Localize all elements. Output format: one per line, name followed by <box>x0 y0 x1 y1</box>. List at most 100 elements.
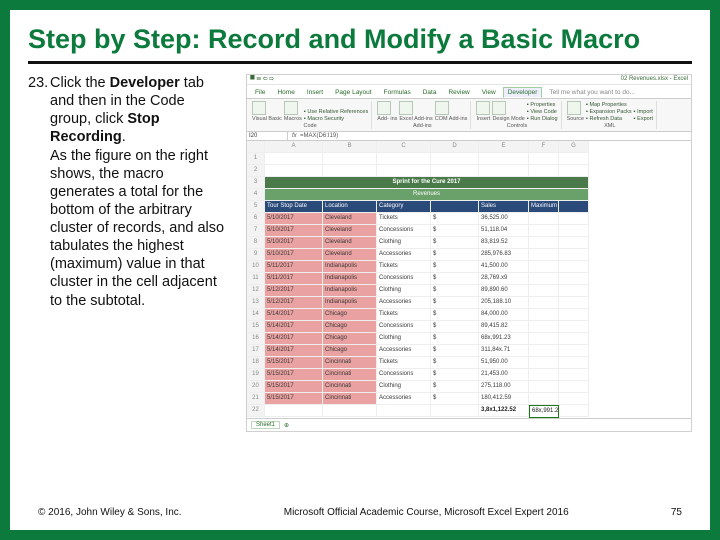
cell[interactable] <box>431 153 479 165</box>
cell[interactable] <box>559 285 589 297</box>
ribbon-tab-insert[interactable]: Insert <box>302 87 328 98</box>
loc-cell[interactable]: Cincinnati <box>323 357 377 369</box>
cat-cell[interactable]: Tickets <box>377 213 431 225</box>
cell[interactable] <box>323 165 377 177</box>
subtotal-cell[interactable]: 3,8x1,122.52 <box>479 405 529 417</box>
table-header[interactable] <box>559 201 589 213</box>
val-cell[interactable]: 89,415.82 <box>479 321 529 333</box>
row-head[interactable]: 16 <box>247 333 265 345</box>
date-cell[interactable]: 5/10/2017 <box>265 249 323 261</box>
cur-cell[interactable]: $ <box>431 249 479 261</box>
loc-cell[interactable]: Indianapolis <box>323 297 377 309</box>
excel-add-ins-icon[interactable] <box>399 101 413 115</box>
cell[interactable] <box>529 333 559 345</box>
sheet-grid[interactable]: ABCDEFG123Sprint for the Cure 20174Reven… <box>247 141 691 418</box>
sheet-tab-bar[interactable]: Sheet1 ⊕ <box>247 418 691 431</box>
row-head[interactable]: 6 <box>247 213 265 225</box>
cur-cell[interactable]: $ <box>431 345 479 357</box>
loc-cell[interactable]: Cincinnati <box>323 381 377 393</box>
cat-cell[interactable]: Accessories <box>377 297 431 309</box>
subhead-cell[interactable]: Revenues <box>265 189 589 201</box>
row-head[interactable]: 8 <box>247 237 265 249</box>
col-head[interactable]: D <box>431 141 479 153</box>
cur-cell[interactable]: $ <box>431 225 479 237</box>
row-head[interactable]: 15 <box>247 321 265 333</box>
row-head[interactable]: 19 <box>247 369 265 381</box>
date-cell[interactable]: 5/14/2017 <box>265 321 323 333</box>
cat-cell[interactable]: Concessions <box>377 273 431 285</box>
ribbon-tab-pagelayout[interactable]: Page Layout <box>330 87 377 98</box>
date-cell[interactable]: 5/14/2017 <box>265 333 323 345</box>
date-cell[interactable]: 5/15/2017 <box>265 369 323 381</box>
col-head[interactable] <box>247 141 265 153</box>
cell[interactable] <box>529 165 559 177</box>
cell[interactable] <box>377 165 431 177</box>
table-header[interactable]: Maximum <box>529 201 559 213</box>
cell[interactable] <box>265 165 323 177</box>
cat-cell[interactable]: Clothing <box>377 381 431 393</box>
cat-cell[interactable]: Tickets <box>377 261 431 273</box>
col-head[interactable]: C <box>377 141 431 153</box>
loc-cell[interactable]: Cincinnati <box>323 369 377 381</box>
cell[interactable] <box>559 225 589 237</box>
loc-cell[interactable]: Indianapolis <box>323 273 377 285</box>
row-head[interactable]: 22 <box>247 405 265 417</box>
row-head[interactable]: 13 <box>247 297 265 309</box>
cell[interactable] <box>529 153 559 165</box>
date-cell[interactable]: 5/12/2017 <box>265 297 323 309</box>
cell[interactable] <box>529 285 559 297</box>
val-cell[interactable]: 89,890.60 <box>479 285 529 297</box>
ribbon-btn[interactable]: ▪ Import <box>634 109 653 115</box>
cur-cell[interactable]: $ <box>431 357 479 369</box>
cell[interactable] <box>479 153 529 165</box>
cell[interactable] <box>559 165 589 177</box>
loc-cell[interactable]: Chicago <box>323 321 377 333</box>
cell[interactable] <box>559 405 589 417</box>
date-cell[interactable]: 5/11/2017 <box>265 261 323 273</box>
cell[interactable] <box>559 309 589 321</box>
table-header[interactable]: Sales <box>479 201 529 213</box>
ribbon-btn[interactable]: ▪ Use Relative References <box>304 109 368 115</box>
cur-cell[interactable]: $ <box>431 297 479 309</box>
cur-cell[interactable]: $ <box>431 261 479 273</box>
cell[interactable] <box>377 405 431 417</box>
cur-cell[interactable]: $ <box>431 285 479 297</box>
cur-cell[interactable]: $ <box>431 273 479 285</box>
ribbon-tab-data[interactable]: Data <box>418 87 442 98</box>
loc-cell[interactable]: Indianapolis <box>323 261 377 273</box>
cell[interactable] <box>479 165 529 177</box>
source-icon[interactable] <box>567 101 581 115</box>
max-cell[interactable]: 68x,991.25 <box>529 405 559 418</box>
col-head[interactable]: A <box>265 141 323 153</box>
val-cell[interactable]: 41,500.00 <box>479 261 529 273</box>
cell[interactable] <box>529 237 559 249</box>
row-head[interactable]: 10 <box>247 261 265 273</box>
row-head[interactable]: 20 <box>247 381 265 393</box>
val-cell[interactable]: 311,84x.71 <box>479 345 529 357</box>
table-header[interactable]: Tour Stop Date <box>265 201 323 213</box>
row-head[interactable]: 3 <box>247 177 265 189</box>
val-cell[interactable]: 36,525.00 <box>479 213 529 225</box>
cell[interactable] <box>265 405 323 417</box>
cell[interactable] <box>529 273 559 285</box>
date-cell[interactable]: 5/14/2017 <box>265 309 323 321</box>
com-add-ins-icon[interactable] <box>435 101 449 115</box>
name-box[interactable]: I20 <box>247 132 288 140</box>
row-head[interactable]: 18 <box>247 357 265 369</box>
formula-field[interactable]: fx =MAX(D6:I19) <box>288 132 342 140</box>
insert-icon[interactable] <box>476 101 490 115</box>
val-cell[interactable]: 68x,991.23 <box>479 333 529 345</box>
ribbon-btn[interactable]: ▪ Properties <box>527 102 556 108</box>
date-cell[interactable]: 5/15/2017 <box>265 381 323 393</box>
ribbon-tab-file[interactable]: File <box>250 87 270 98</box>
cell[interactable] <box>559 381 589 393</box>
date-cell[interactable]: 5/10/2017 <box>265 213 323 225</box>
date-cell[interactable]: 5/14/2017 <box>265 345 323 357</box>
cat-cell[interactable]: Accessories <box>377 393 431 405</box>
cell[interactable] <box>559 249 589 261</box>
cell[interactable] <box>431 165 479 177</box>
val-cell[interactable]: 51,118.04 <box>479 225 529 237</box>
cell[interactable] <box>559 297 589 309</box>
val-cell[interactable]: 84,000.00 <box>479 309 529 321</box>
date-cell[interactable]: 5/10/2017 <box>265 225 323 237</box>
